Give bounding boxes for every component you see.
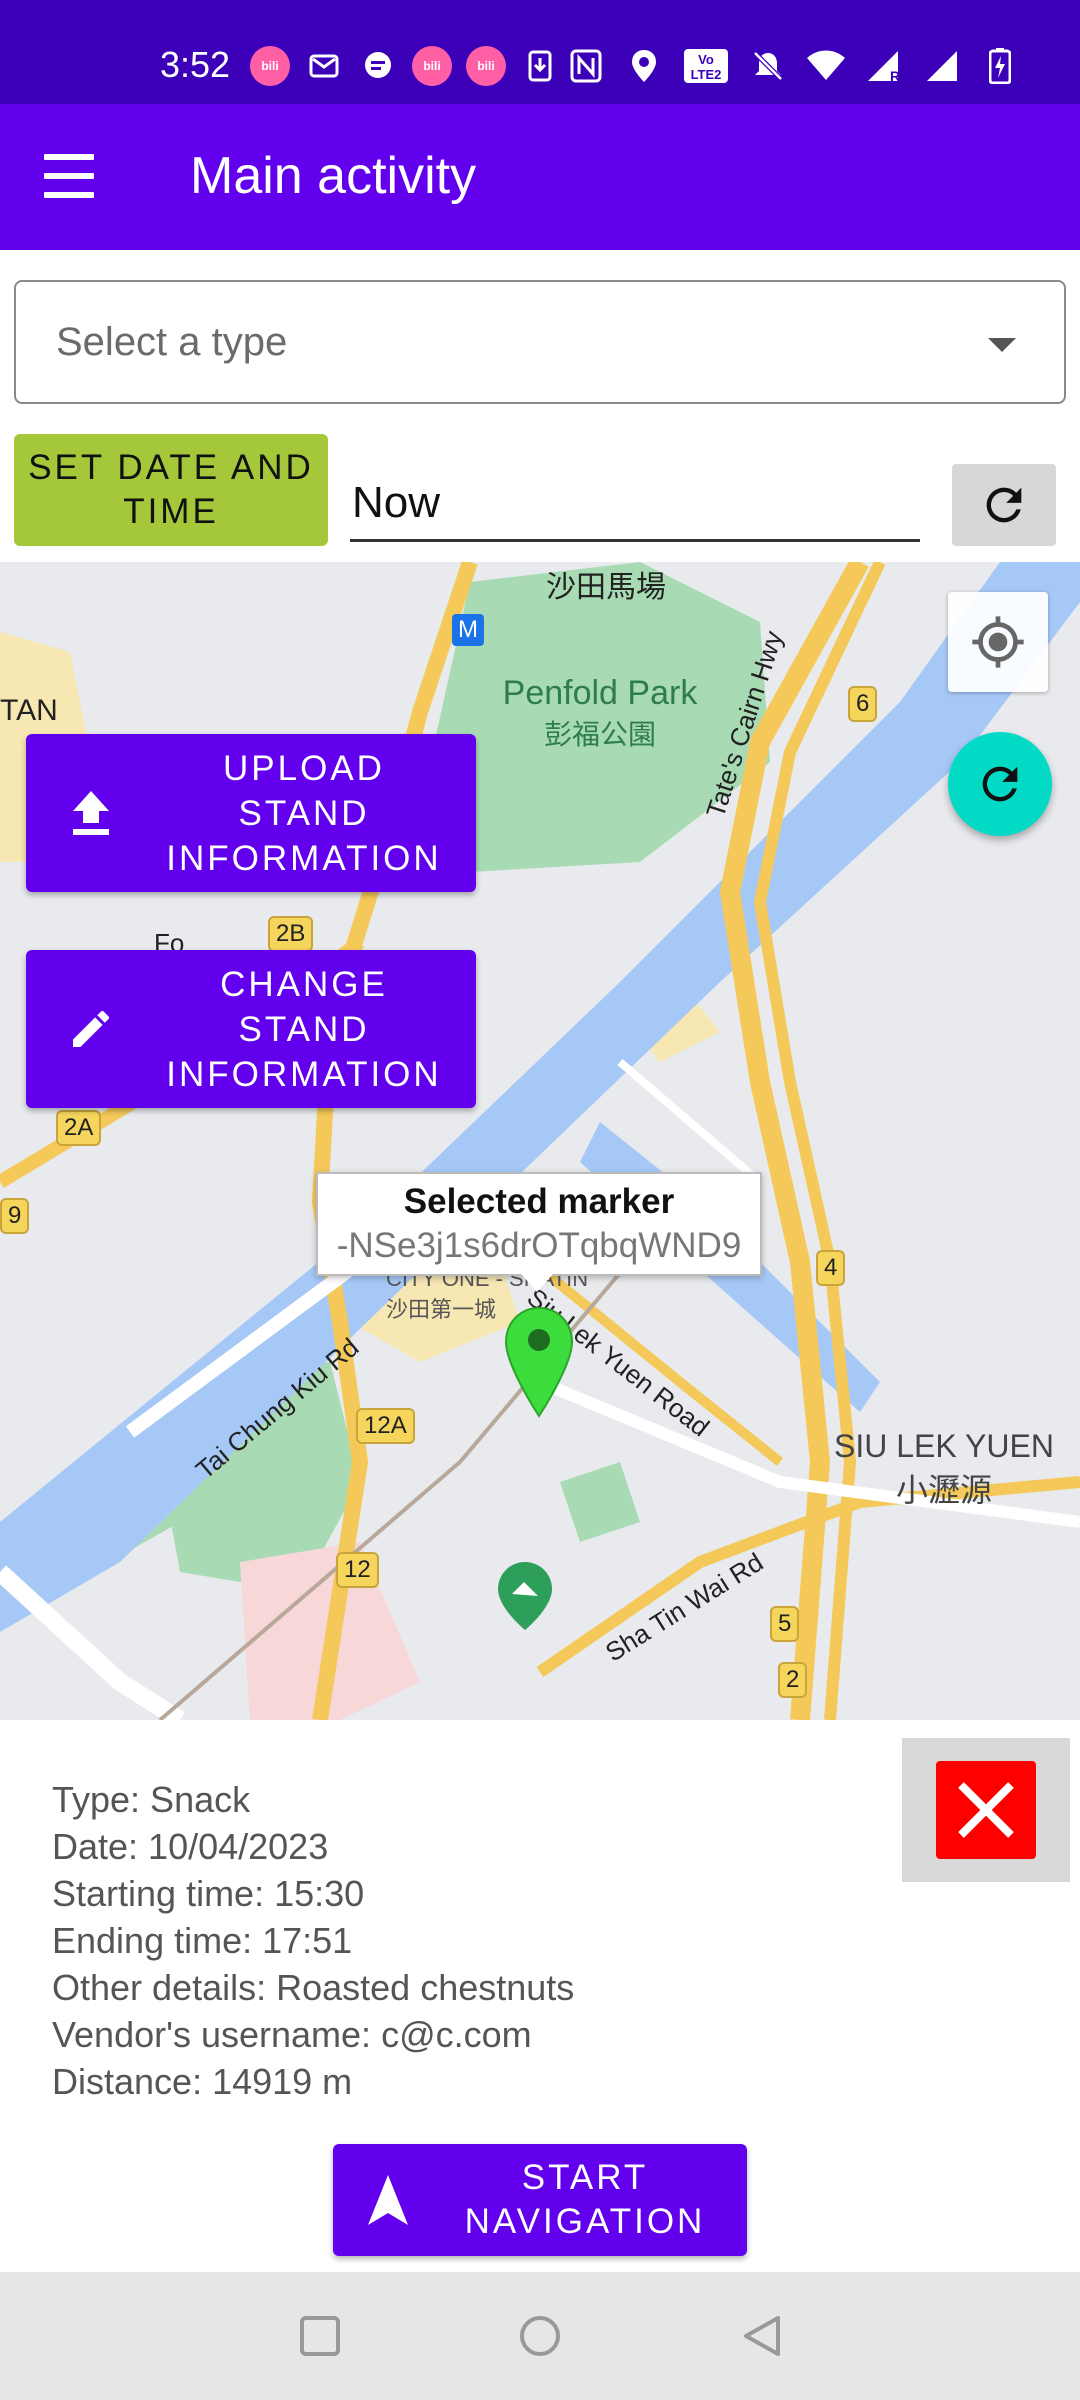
detail-date: Date: 10/04/2023 xyxy=(52,1826,329,1867)
chat-icon xyxy=(358,46,398,86)
map-label-racecourse: 沙田馬場 xyxy=(546,571,666,604)
info-window-title: Selected marker xyxy=(403,1182,675,1221)
marker-info-window[interactable]: Selected marker -NSe3j1s6drOTqbqWND9 xyxy=(316,1172,762,1276)
app-title: Main activity xyxy=(190,147,477,205)
refresh-icon xyxy=(982,766,1018,802)
edit-pencil-icon xyxy=(26,1005,156,1053)
app-bar: Main activity xyxy=(0,104,1080,250)
bilibili-icon: bili xyxy=(412,46,452,86)
type-select-placeholder: Select a type xyxy=(56,320,288,364)
system-navigation-bar xyxy=(0,2272,1080,2400)
road-shield: 6 xyxy=(848,686,878,722)
detail-start-time: Starting time: 15:30 xyxy=(52,1873,365,1914)
my-location-button[interactable] xyxy=(948,592,1048,692)
home-circle-icon[interactable] xyxy=(516,2312,564,2360)
road-shield: 9 xyxy=(0,1198,30,1234)
status-time: 3:52 xyxy=(160,44,231,85)
info-window-snippet: -NSe3j1s6drOTqbqWND9 xyxy=(336,1226,742,1265)
map-label-park: Penfold Park 彭福公園 xyxy=(502,674,698,750)
system-status-icons: Vo LTE2 R xyxy=(566,46,1020,86)
nfc-icon xyxy=(566,46,606,86)
recents-square-icon[interactable] xyxy=(296,2312,344,2360)
reset-date-button[interactable] xyxy=(952,464,1056,546)
start-navigation-label: START NAVIGATION xyxy=(464,2158,706,2241)
change-stand-label: CHANGE STAND INFORMATION xyxy=(166,964,442,1094)
road-shield: 2 xyxy=(778,1662,808,1698)
close-details-button[interactable] xyxy=(902,1738,1070,1882)
set-date-time-button[interactable]: SET DATE AND TIME xyxy=(14,434,328,546)
bilibili-icon: bili xyxy=(466,46,506,86)
svg-text:R: R xyxy=(890,68,900,83)
road-shield: 2A xyxy=(56,1110,102,1146)
back-triangle-icon[interactable] xyxy=(738,2312,786,2360)
road-shield: 12A xyxy=(356,1408,415,1444)
download-icon xyxy=(520,46,560,86)
map-label-siu-lek-yuen: SIU LEK YUEN 小瀝源 xyxy=(834,1428,1054,1508)
hamburger-menu-icon[interactable] xyxy=(44,154,100,202)
mail-icon xyxy=(304,46,344,86)
road-shield: 4 xyxy=(816,1250,846,1286)
dropdown-arrow-icon xyxy=(988,338,1016,352)
refresh-icon xyxy=(986,487,1022,523)
type-select[interactable]: Select a type xyxy=(14,280,1066,404)
navigation-arrow-icon xyxy=(333,2173,443,2227)
road-shield: 2B xyxy=(268,916,314,952)
status-bar: 3:52 bili bili bili Vo LTE2 R xyxy=(0,0,1080,104)
volte-icon: Vo LTE2 xyxy=(682,46,730,86)
date-time-field[interactable]: Now xyxy=(350,470,920,542)
svg-text:LTE2: LTE2 xyxy=(691,67,722,82)
detail-distance: Distance: 14919 m xyxy=(52,2061,353,2102)
mute-icon xyxy=(748,46,788,86)
detail-vendor: Vendor's username: c@c.com xyxy=(52,2014,532,2055)
upload-stand-label: UPLOAD STAND INFORMATION xyxy=(166,748,442,878)
road-shield: 12 xyxy=(336,1552,379,1588)
signal-roaming-icon: R xyxy=(864,46,904,86)
start-navigation-button[interactable]: START NAVIGATION xyxy=(333,2144,747,2256)
bilibili-icon: bili xyxy=(250,46,290,86)
detail-type: Type: Snack xyxy=(52,1779,251,1820)
crosshair-icon xyxy=(972,616,1024,668)
signal-icon xyxy=(922,46,962,86)
battery-charging-icon xyxy=(980,46,1020,86)
stand-details: Type: Snack Date: 10/04/2023 Starting ti… xyxy=(52,1776,574,2105)
svg-text:Vo: Vo xyxy=(698,52,714,67)
upload-stand-button[interactable]: UPLOAD STAND INFORMATION xyxy=(26,734,476,892)
metro-icon: M xyxy=(452,614,484,646)
wifi-icon xyxy=(806,46,846,86)
close-icon xyxy=(936,1761,1036,1859)
map-label-tan: TAN xyxy=(0,694,58,727)
upload-icon xyxy=(26,789,156,837)
refresh-map-fab[interactable] xyxy=(948,732,1052,836)
detail-other: Other details: Roasted chestnuts xyxy=(52,1967,575,2008)
location-icon xyxy=(624,46,664,86)
attraction-marker-icon[interactable] xyxy=(496,1560,554,1632)
notification-icons: bili bili bili xyxy=(250,46,560,86)
detail-end-time: Ending time: 17:51 xyxy=(52,1920,353,1961)
road-shield: 5 xyxy=(770,1606,800,1642)
selected-marker-pin-icon[interactable] xyxy=(504,1306,574,1418)
change-stand-button[interactable]: CHANGE STAND INFORMATION xyxy=(26,950,476,1108)
map-view[interactable]: 沙田馬場 M Penfold Park 彭福公園 TAN Fo Tate's C… xyxy=(0,562,1080,1720)
info-window-tail xyxy=(521,1274,553,1292)
